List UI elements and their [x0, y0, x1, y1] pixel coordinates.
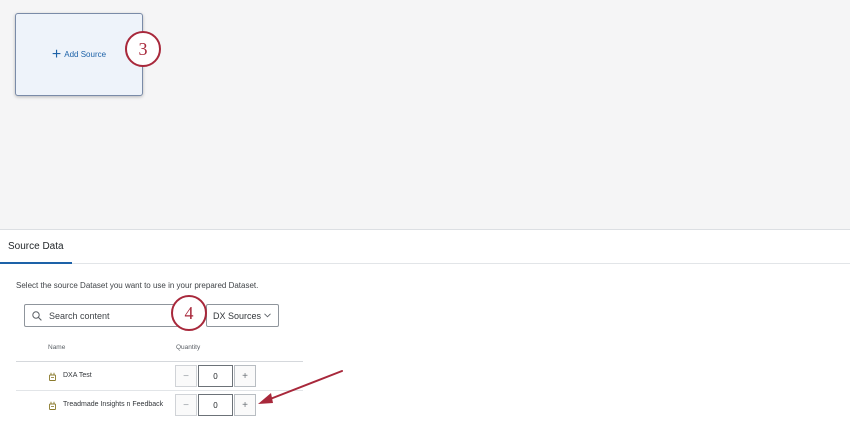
- search-icon: [32, 310, 42, 321]
- column-header-quantity: Quantity: [176, 344, 201, 351]
- decrement-button[interactable]: −: [175, 365, 197, 387]
- step-4-badge: 4: [171, 295, 207, 331]
- canvas-area: + Add Source 3: [0, 0, 850, 226]
- quantity-stepper: − 0 +: [175, 394, 256, 416]
- source-data-panel: Source Data Select the source Dataset yo…: [0, 229, 850, 425]
- survey-icon: [49, 401, 56, 410]
- add-source-button[interactable]: + Add Source: [15, 13, 143, 96]
- chevron-down-icon: [264, 313, 271, 318]
- table-header: Name Quantity: [16, 344, 303, 362]
- add-source-label: Add Source: [64, 50, 107, 59]
- search-input[interactable]: [49, 310, 164, 321]
- column-header-name: Name: [48, 344, 66, 351]
- quantity-input[interactable]: 0: [198, 365, 233, 387]
- decrement-button[interactable]: −: [175, 394, 197, 416]
- quantity-input[interactable]: 0: [198, 394, 233, 416]
- step-3-badge: 3: [125, 31, 161, 67]
- row-name: DXA Test: [63, 372, 92, 379]
- tab-source-data[interactable]: Source Data: [8, 241, 64, 252]
- active-tab-indicator: [0, 262, 72, 264]
- survey-icon: [49, 372, 56, 381]
- source-type-selected: DX Sources: [213, 310, 262, 321]
- quantity-stepper: − 0 +: [175, 365, 256, 387]
- source-type-dropdown[interactable]: DX Sources: [206, 304, 279, 327]
- search-field[interactable]: [24, 304, 179, 327]
- instructions-text: Select the source Dataset you want to us…: [16, 281, 259, 290]
- increment-button[interactable]: +: [234, 394, 256, 416]
- plus-icon: +: [51, 45, 62, 63]
- increment-button[interactable]: +: [234, 365, 256, 387]
- row-name: Treadmade Insights n Feedback: [63, 401, 164, 408]
- annotation-arrow-icon: [258, 370, 343, 404]
- panel-header: Source Data: [0, 230, 850, 264]
